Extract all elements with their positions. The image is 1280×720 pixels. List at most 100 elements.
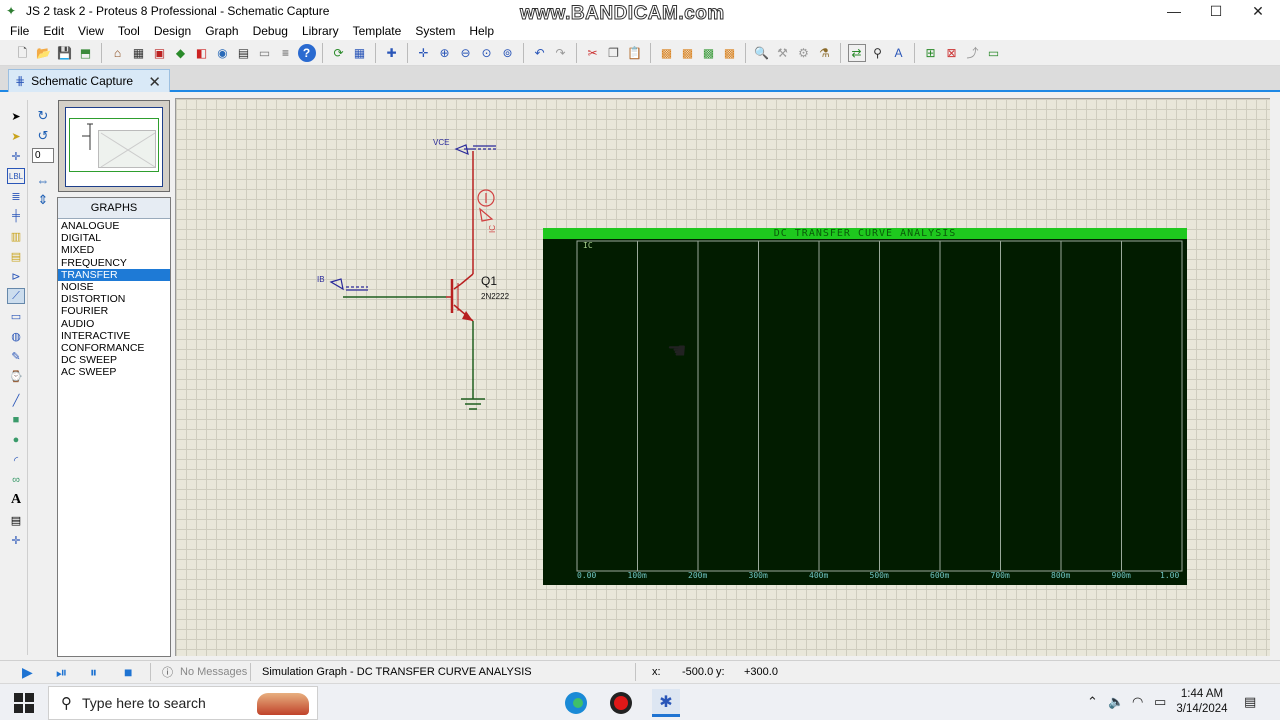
ground-symbol[interactable]	[461, 398, 485, 410]
pause-button[interactable]: ⏸	[90, 664, 97, 680]
text-tool-icon[interactable]: A	[7, 492, 25, 508]
speaker-icon[interactable]: 🔈	[1108, 694, 1124, 710]
graph-mode-icon[interactable]: ⟋	[7, 288, 25, 304]
graph-type-item[interactable]: AC SWEEP	[58, 366, 170, 378]
new-sheet-icon[interactable]: ⊞	[922, 44, 940, 62]
taskbar-search-box[interactable]: ⚲ Type here to search	[48, 686, 318, 720]
menu-tool[interactable]: Tool	[111, 24, 147, 38]
copy-icon[interactable]: ❐	[605, 44, 623, 62]
current-probe[interactable]	[477, 189, 495, 222]
symbol-tool-icon[interactable]: ▤	[7, 512, 25, 528]
menu-file[interactable]: File	[0, 24, 36, 38]
maximize-button[interactable]: ☐	[1194, 0, 1238, 22]
show-hidden-icons-icon[interactable]: ⌃	[1087, 694, 1098, 710]
home-icon[interactable]: ⌂	[109, 44, 127, 62]
source-code-icon[interactable]: ≡	[277, 44, 295, 62]
menu-debug[interactable]: Debug	[246, 24, 295, 38]
path-tool-icon[interactable]: ∞	[7, 472, 25, 488]
rotation-angle-input[interactable]: 0	[32, 148, 54, 163]
pick-device-icon[interactable]: 🔍	[753, 44, 771, 62]
bom-icon[interactable]: ▤	[235, 44, 253, 62]
sub-circuit-icon[interactable]: ▥	[7, 228, 25, 244]
text-script-icon[interactable]: ≣	[7, 188, 25, 204]
vce-generator[interactable]	[454, 144, 496, 155]
menu-graph[interactable]: Graph	[198, 24, 245, 38]
menu-design[interactable]: Design	[147, 24, 198, 38]
bus-icon[interactable]: ╪	[7, 208, 25, 224]
junction-dot-icon[interactable]: ✛	[7, 148, 25, 164]
mirror-vertical-icon[interactable]: ⇕	[34, 192, 52, 208]
wire-label-icon[interactable]: LBL	[7, 168, 25, 184]
menu-system[interactable]: System	[408, 24, 462, 38]
graph-type-item[interactable]: DIGITAL	[58, 232, 170, 244]
selection-mode-icon[interactable]: ➤	[7, 108, 25, 124]
gerber-icon[interactable]: ◧	[193, 44, 211, 62]
exit-to-parent-icon[interactable]: ⤴	[964, 44, 982, 62]
menu-library[interactable]: Library	[295, 24, 346, 38]
block-move-icon[interactable]: ▩	[679, 44, 697, 62]
tab-schematic-capture[interactable]: ⋕ Schematic Capture ✕	[8, 69, 170, 92]
edge-browser-icon[interactable]	[562, 689, 590, 717]
zoom-in-icon[interactable]: ⊕	[436, 44, 454, 62]
graph-type-item[interactable]: MIXED	[58, 244, 170, 256]
overview-window[interactable]	[58, 100, 170, 192]
graph-type-item[interactable]: ANALOGUE	[58, 220, 170, 232]
graph-type-item[interactable]: CONFORMANCE	[58, 342, 170, 354]
device-pins-icon[interactable]: ⊳	[7, 268, 25, 284]
windows-start-icon[interactable]	[14, 693, 34, 713]
component-mode-icon[interactable]: ➤	[7, 128, 25, 144]
zoom-out-icon[interactable]: ⊖	[457, 44, 475, 62]
help-icon[interactable]: ?	[297, 43, 316, 62]
grid-toggle-icon[interactable]: ▦	[351, 44, 369, 62]
new-file-icon[interactable]: 🗋	[14, 44, 32, 62]
zoom-area-icon[interactable]: ⊚	[499, 44, 517, 62]
wire-autorouter-icon[interactable]: ⇄	[847, 43, 866, 62]
menu-view[interactable]: View	[71, 24, 111, 38]
cut-icon[interactable]: ✂	[584, 44, 602, 62]
marker-tool-icon[interactable]: ✛	[7, 532, 25, 548]
box-tool-icon[interactable]: ■	[7, 412, 25, 428]
refresh-icon[interactable]: ⟳	[330, 44, 348, 62]
tape-recorder-icon[interactable]: ▭	[7, 308, 25, 324]
graph-type-item[interactable]: FOURIER	[58, 305, 170, 317]
ib-generator[interactable]	[329, 278, 368, 291]
bandicam-record-icon[interactable]	[607, 689, 635, 717]
rotate-anticlockwise-icon[interactable]: ↺	[34, 128, 52, 144]
close-window-button[interactable]: ✕	[1236, 0, 1280, 22]
messages-status[interactable]: No Messages	[180, 664, 247, 680]
notifications-icon[interactable]: ▤	[1244, 694, 1256, 710]
pcb-icon[interactable]: ▣	[151, 44, 169, 62]
menu-edit[interactable]: Edit	[36, 24, 71, 38]
block-delete-icon[interactable]: ▩	[721, 44, 739, 62]
design-explorer-icon[interactable]: ◉	[214, 44, 232, 62]
graph-type-item[interactable]: FREQUENCY	[58, 257, 170, 269]
battery-icon[interactable]: ▭	[1154, 694, 1166, 710]
close-tab-icon[interactable]: ✕	[148, 73, 161, 91]
make-device-icon[interactable]: ⚒	[774, 44, 792, 62]
paste-icon[interactable]: 📋	[626, 44, 644, 62]
line-tool-icon[interactable]: ╱	[7, 392, 25, 408]
taskbar-clock[interactable]: 1:44 AM 3/14/2024	[1170, 687, 1234, 717]
schematic-icon[interactable]: ▦	[130, 44, 148, 62]
graph-type-item[interactable]: NOISE	[58, 281, 170, 293]
play-button[interactable]: ▶	[22, 664, 33, 680]
mirror-horizontal-icon[interactable]: ⇔	[34, 172, 52, 188]
terminals-icon[interactable]: ▤	[7, 248, 25, 264]
graph-type-item[interactable]: DISTORTION	[58, 293, 170, 305]
step-button[interactable]: ⏯	[56, 664, 67, 680]
decompose-icon[interactable]: ⚗	[816, 44, 834, 62]
wifi-icon[interactable]: ◠	[1132, 694, 1143, 710]
bill-of-materials-icon[interactable]: ▭	[985, 44, 1003, 62]
graph-type-item-selected[interactable]: TRANSFER	[58, 268, 170, 281]
menu-help[interactable]: Help	[462, 24, 501, 38]
rotate-clockwise-icon[interactable]: ↻	[34, 108, 52, 124]
search-tag-icon[interactable]: ⚲	[869, 44, 887, 62]
block-copy-icon[interactable]: ▩	[658, 44, 676, 62]
graph-type-item[interactable]: DC SWEEP	[58, 354, 170, 366]
proteus-taskbar-icon[interactable]: ✱	[652, 689, 680, 717]
3d-viewer-icon[interactable]: ◆	[172, 44, 190, 62]
arc-tool-icon[interactable]: ◜	[7, 452, 25, 468]
graph-type-item[interactable]: AUDIO	[58, 318, 170, 330]
voltage-probe-icon[interactable]: ✎	[7, 348, 25, 364]
remove-sheet-icon[interactable]: ⊠	[943, 44, 961, 62]
